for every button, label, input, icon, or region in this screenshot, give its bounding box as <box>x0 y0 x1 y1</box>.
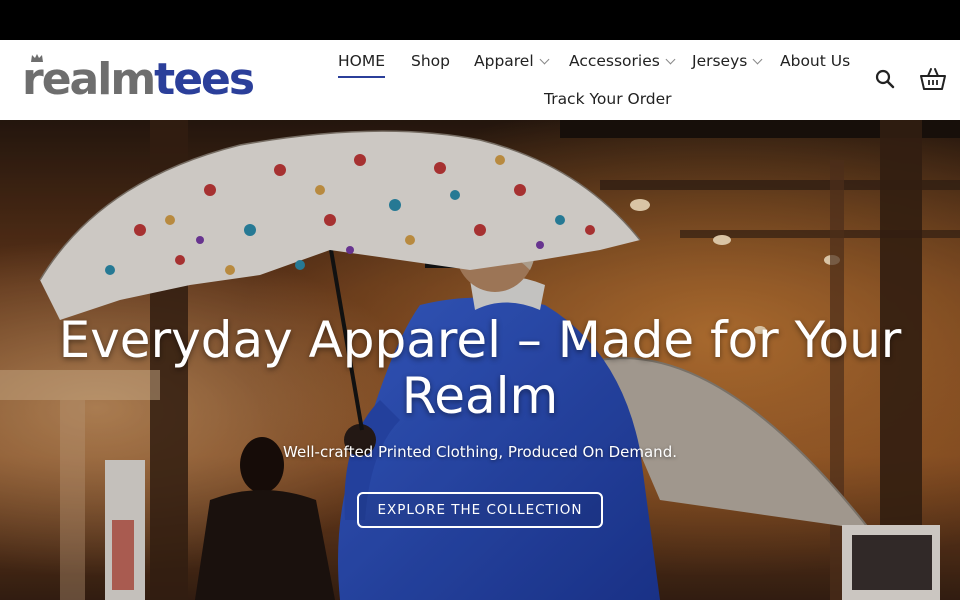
nav-label: Shop <box>411 52 450 70</box>
site-header: realm tees HOME Shop Apparel Accessories … <box>0 40 960 120</box>
crown-icon <box>31 54 43 62</box>
nav-label: HOME <box>338 52 386 70</box>
nav-item-shop[interactable]: Shop <box>411 52 450 70</box>
hero-title-line2: Realm <box>401 367 559 425</box>
nav-item-track-order[interactable]: Track Your Order <box>544 90 672 108</box>
nav-item-accessories[interactable]: Accessories <box>569 52 676 70</box>
nav-label: Accessories <box>569 52 660 70</box>
main-nav: HOME Shop Apparel Accessories Jerseys Ab… <box>320 40 860 120</box>
nav-label: Apparel <box>474 52 534 70</box>
nav-label: Jerseys <box>692 52 748 70</box>
logo-text-realm: realm <box>22 54 156 105</box>
hero-title: Everyday Apparel – Made for Your Realm <box>20 312 940 424</box>
chevron-down-icon <box>539 54 550 64</box>
nav-label: Track Your Order <box>544 90 672 108</box>
nav-item-apparel[interactable]: Apparel <box>474 52 550 70</box>
hero-title-line1: Everyday Apparel – Made for Your <box>58 311 902 369</box>
chevron-down-icon <box>665 54 676 64</box>
header-icons <box>872 66 946 92</box>
site-logo[interactable]: realm tees <box>22 54 255 105</box>
nav-item-about-us[interactable]: About Us <box>780 52 850 70</box>
logo-text-tees: tees <box>154 54 255 105</box>
nav-item-home[interactable]: HOME <box>338 52 386 78</box>
top-bar <box>0 0 960 40</box>
cart-icon[interactable] <box>920 66 946 92</box>
explore-collection-button[interactable]: EXPLORE THE COLLECTION <box>357 492 603 528</box>
hero-subtitle: Well-crafted Printed Clothing, Produced … <box>283 443 677 461</box>
search-icon[interactable] <box>872 66 898 92</box>
hero-banner: Everyday Apparel – Made for Your Realm W… <box>0 120 960 600</box>
nav-item-jerseys[interactable]: Jerseys <box>692 52 763 70</box>
nav-label: About Us <box>780 52 851 70</box>
chevron-down-icon <box>752 54 763 64</box>
